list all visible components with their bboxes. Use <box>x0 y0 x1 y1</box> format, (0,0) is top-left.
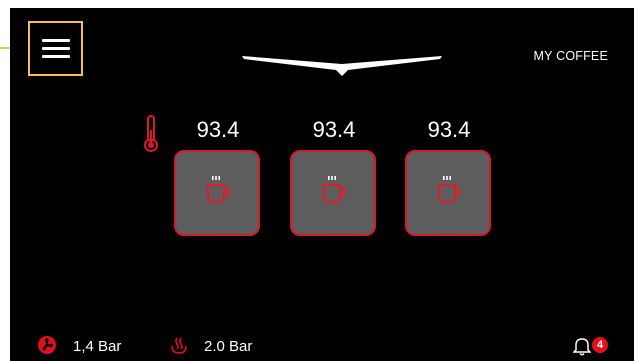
brew-group-2: 93.4 <box>290 116 378 236</box>
hamburger-menu-icon <box>42 39 70 42</box>
brew-group-3-button[interactable] <box>405 150 491 236</box>
page-title: MY COFFEE <box>533 49 608 63</box>
steam-icon <box>171 337 187 354</box>
brew-group-3: 93.4 <box>405 116 493 236</box>
thermometer-icon <box>144 115 158 152</box>
notifications-button[interactable]: 4 <box>573 336 609 358</box>
group-1-temperature: 93.4 <box>196 117 240 142</box>
group-2-temperature: 93.4 <box>312 117 356 142</box>
hot-coffee-cup-icon <box>438 176 461 203</box>
group-3-temperature: 93.4 <box>427 117 471 142</box>
hamburger-menu-icon-bar <box>42 55 70 58</box>
hot-coffee-cup-icon <box>207 176 230 203</box>
bell-icon <box>573 338 591 356</box>
hot-coffee-cup-icon <box>323 176 346 203</box>
brew-group-1: 93.4 <box>174 116 262 236</box>
steam-pressure-value: 2.0 Bar <box>204 338 253 355</box>
hamburger-menu-icon-bar <box>42 47 70 50</box>
machine-screen: MY COFFEE 93.4 93.4 93.4 <box>10 8 634 361</box>
brew-group-1-button[interactable] <box>174 150 260 236</box>
menu-button[interactable] <box>28 21 83 76</box>
pump-pressure-value: 1,4 Bar <box>73 338 122 355</box>
fan-pump-icon <box>38 336 56 354</box>
brand-chevron-logo <box>242 56 442 76</box>
notification-count-badge: 4 <box>592 337 608 353</box>
brew-group-2-button[interactable] <box>290 150 376 236</box>
